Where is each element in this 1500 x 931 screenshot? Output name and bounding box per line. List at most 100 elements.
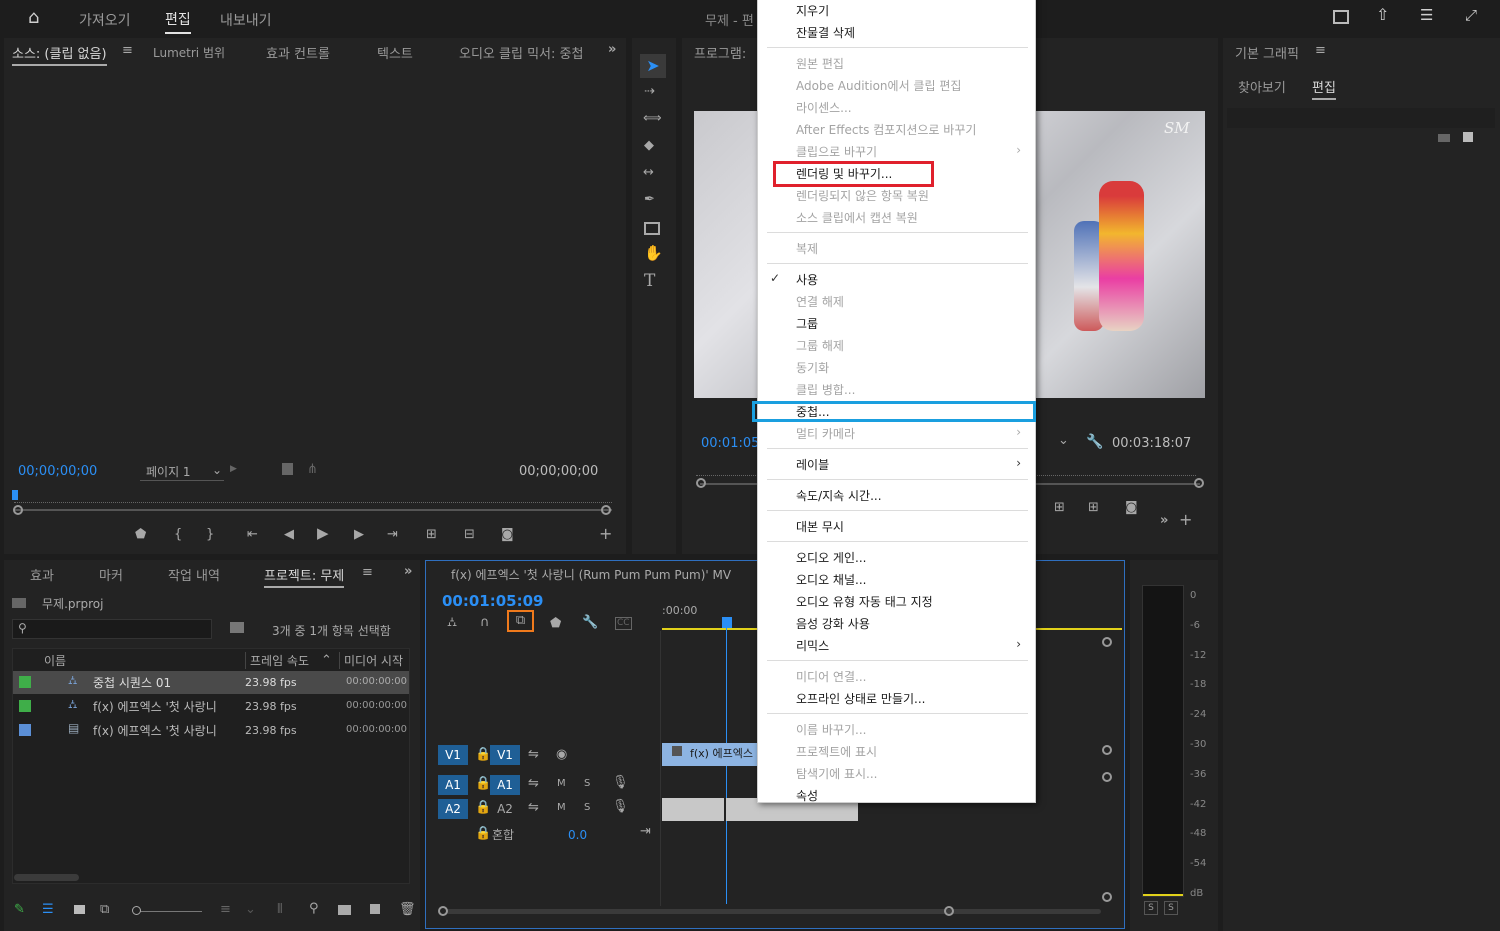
- list-item[interactable]: ⛼ f(x) 에프엑스 '첫 사랑니 23.98 fps 00:00:00:00: [13, 695, 409, 718]
- menu-item[interactable]: 그룹: [796, 315, 818, 332]
- menu-item[interactable]: 속도/지속 시간...: [796, 487, 882, 504]
- timeline-vscroll-handle-top[interactable]: [1102, 637, 1112, 647]
- source-timecode-current[interactable]: 00;00;00;00: [18, 464, 97, 479]
- mute-button[interactable]: M: [557, 778, 566, 789]
- program-camera-icon[interactable]: ◙: [1125, 501, 1138, 514]
- project-search-input[interactable]: ⚲: [12, 619, 212, 639]
- program-zoom-handle-right[interactable]: [1194, 478, 1204, 488]
- razor-tool-icon[interactable]: ◆: [644, 139, 654, 152]
- drag-audio-icon[interactable]: ⋔: [307, 463, 318, 476]
- overwrite-icon[interactable]: ⊟: [464, 528, 475, 541]
- menu-item[interactable]: 오디오 게인...: [796, 549, 866, 566]
- timeline-vscroll-handle-mid[interactable]: [1102, 745, 1112, 755]
- tab-markers[interactable]: 마커: [99, 565, 123, 584]
- source-ruler[interactable]: [14, 489, 612, 503]
- sync-lock-icon[interactable]: ⇋: [528, 777, 539, 790]
- timeline-vscroll-handle-bottom[interactable]: [1102, 892, 1112, 902]
- column-name[interactable]: 이름: [44, 652, 66, 669]
- solo-right-button[interactable]: S: [1164, 901, 1178, 915]
- play-icon[interactable]: ▶: [317, 526, 329, 541]
- eye-icon[interactable]: ◉: [556, 748, 567, 761]
- program-timecode-current[interactable]: 00:01:05: [701, 436, 759, 451]
- menu-item[interactable]: 사용: [796, 271, 818, 288]
- menu-item[interactable]: 오프라인 상태로 만들기...: [796, 690, 925, 707]
- program-zoom-handle-left[interactable]: [696, 478, 706, 488]
- menu-item[interactable]: 오디오 유형 자동 태그 지정: [796, 593, 933, 610]
- track-select-tool-icon[interactable]: ⇢: [644, 85, 655, 98]
- solo-button[interactable]: S: [584, 778, 590, 789]
- timeline-hscroll-handle-right[interactable]: [944, 906, 954, 916]
- fullscreen-icon[interactable]: ⤢: [1465, 8, 1477, 23]
- extract-icon[interactable]: ⊞: [1088, 501, 1099, 514]
- step-back-icon[interactable]: ◀: [284, 528, 294, 541]
- menu-item[interactable]: 잔물결 삭제: [796, 24, 855, 41]
- panel-menu-icon[interactable]: ≡: [1315, 44, 1326, 57]
- sequence-tab[interactable]: f(x) 에프엑스 '첫 사랑니 (Rum Pum Pum Pum)' MV: [451, 566, 731, 583]
- tab-source[interactable]: 소스: (클립 없음): [12, 43, 107, 66]
- wrench-icon[interactable]: 🔧: [1086, 435, 1103, 449]
- sort-ascending-icon[interactable]: ⌃: [321, 654, 332, 667]
- find-icon[interactable]: ⚲: [309, 902, 319, 915]
- type-tool-icon[interactable]: T: [644, 273, 655, 290]
- go-to-in-icon[interactable]: ⇤: [247, 528, 258, 541]
- panel-menu-icon[interactable]: ≡: [362, 566, 373, 579]
- timeline-settings-icon[interactable]: 🔧: [582, 616, 598, 629]
- play-right-icon[interactable]: ▶: [230, 465, 237, 474]
- timeline-vscroll-handle-audio[interactable]: [1102, 772, 1112, 782]
- icon-view-icon[interactable]: [74, 905, 85, 914]
- lift-icon[interactable]: ⊞: [1054, 501, 1065, 514]
- column-media-start[interactable]: 미디어 시작: [339, 652, 409, 669]
- tab-lumetri-scopes[interactable]: Lumetri 범위: [153, 44, 225, 61]
- page-select[interactable]: 페이지 1 ⌄: [140, 463, 224, 481]
- linked-selection-icon[interactable]: ⧉: [507, 610, 534, 632]
- timeline-playhead-line[interactable]: [726, 628, 727, 904]
- tab-effects[interactable]: 효과: [30, 565, 54, 584]
- trash-icon[interactable]: 🗑: [399, 903, 416, 916]
- tab-graphics-edit[interactable]: 편집: [1312, 77, 1336, 100]
- panel-toggle-icon[interactable]: [1333, 10, 1349, 24]
- tab-edit[interactable]: 편집: [165, 9, 191, 34]
- sort-chevron-icon[interactable]: ⌄: [245, 903, 256, 916]
- fit-dropdown-icon[interactable]: ⌄: [1058, 434, 1069, 447]
- tab-export[interactable]: 내보내기: [220, 10, 272, 30]
- step-forward-icon[interactable]: ▶: [354, 528, 364, 541]
- tab-audio-clip-mixer[interactable]: 오디오 클립 믹서: 중첩: [459, 43, 587, 62]
- zoom-slider[interactable]: [136, 911, 202, 912]
- captions-icon[interactable]: CC: [615, 617, 632, 630]
- slip-tool-icon[interactable]: ↔: [643, 166, 654, 179]
- microphone-icon[interactable]: 🎙: [612, 800, 629, 813]
- new-item-icon[interactable]: [370, 904, 380, 914]
- project-scrollbar[interactable]: [14, 874, 79, 881]
- more-panels-icon[interactable]: »: [404, 565, 412, 578]
- timeline-hscroll[interactable]: [446, 909, 1101, 914]
- automate-icon[interactable]: ⦀: [277, 903, 283, 916]
- source-zoom-bar[interactable]: [14, 509, 612, 511]
- a2-track-target[interactable]: A2: [490, 799, 520, 819]
- lock-icon[interactable]: 🔒: [475, 827, 491, 840]
- lock-icon[interactable]: 🔒: [475, 801, 491, 814]
- a2-source-patch[interactable]: A2: [438, 799, 468, 819]
- insert-icon[interactable]: ⊞: [426, 528, 437, 541]
- sync-lock-icon[interactable]: ⇋: [528, 748, 539, 761]
- timeline-hscroll-handle-left[interactable]: [438, 906, 448, 916]
- menu-item[interactable]: 지우기: [796, 2, 829, 19]
- selection-tool-icon[interactable]: ➤: [640, 54, 666, 78]
- video-clip[interactable]: f(x) 에프엑스: [662, 743, 758, 766]
- menu-item[interactable]: 오디오 채널...: [796, 571, 866, 588]
- label-color-swatch[interactable]: [19, 676, 31, 688]
- mark-out-icon[interactable]: }: [206, 528, 214, 541]
- list-item[interactable]: ⛼ 중첩 시퀀스 01 23.98 fps 00:00:00:00: [13, 671, 409, 694]
- sync-lock-icon[interactable]: ⇋: [528, 801, 539, 814]
- export-frame-icon[interactable]: [282, 463, 293, 475]
- share-icon[interactable]: ⇧: [1376, 7, 1389, 23]
- tab-effect-controls[interactable]: 효과 컨트롤: [266, 43, 330, 62]
- program-more-icon[interactable]: »: [1160, 514, 1168, 527]
- mix-volume-value[interactable]: 0.0: [568, 828, 587, 842]
- a1-source-patch[interactable]: A1: [438, 775, 468, 795]
- mute-button[interactable]: M: [557, 802, 566, 813]
- freeform-view-icon[interactable]: ⧉: [100, 903, 109, 916]
- snap-icon[interactable]: ∩: [480, 616, 490, 629]
- a1-track-target[interactable]: A1: [490, 775, 520, 795]
- go-to-end-icon[interactable]: ⇥: [640, 825, 651, 838]
- lock-icon[interactable]: 🔒: [475, 748, 491, 761]
